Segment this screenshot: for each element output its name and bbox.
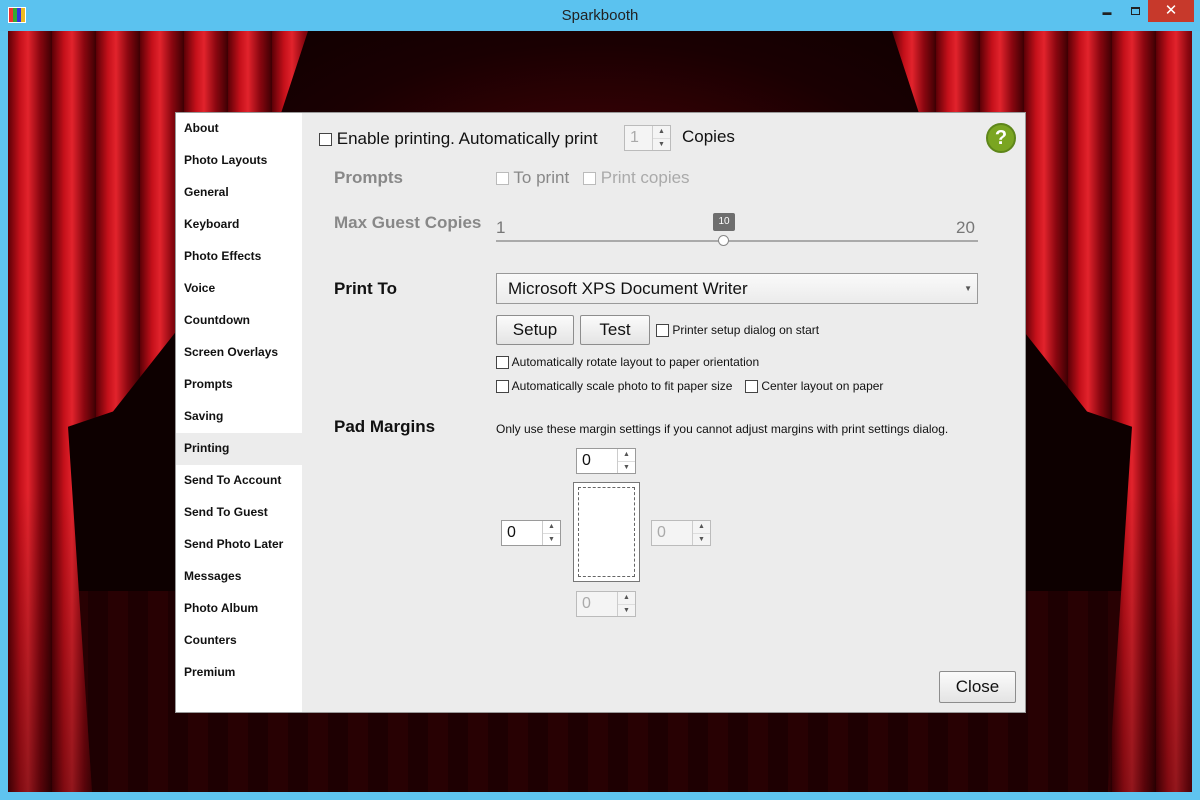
sidebar-item-screen-overlays[interactable]: Screen Overlays: [176, 337, 302, 369]
minimize-button[interactable]: ▬: [1093, 0, 1121, 22]
print-copies-checkbox[interactable]: [583, 172, 596, 186]
margin-right-up-icon[interactable]: ▲: [693, 521, 710, 533]
auto-rotate-row: Automatically rotate layout to paper ori…: [496, 355, 760, 370]
margin-outline: [578, 487, 635, 577]
chevron-down-icon: ▼: [964, 284, 972, 293]
paper-preview: [573, 482, 640, 582]
margin-left-value: 0: [507, 524, 516, 541]
margin-bottom-down-icon[interactable]: ▼: [618, 604, 635, 616]
sidebar-item-photo-album[interactable]: Photo Album: [176, 593, 302, 625]
margin-left-down-icon[interactable]: ▼: [543, 533, 560, 545]
sidebar-item-premium[interactable]: Premium: [176, 657, 302, 689]
max-guest-copies-slider[interactable]: 10: [496, 213, 978, 246]
center-layout-label: Center layout on paper: [761, 379, 884, 393]
sidebar-item-saving[interactable]: Saving: [176, 401, 302, 433]
settings-sidebar: About Photo Layouts General Keyboard Photo E…: [176, 113, 302, 712]
auto-scale-checkbox[interactable]: [496, 380, 509, 394]
minimize-icon: ▬: [1102, 7, 1112, 17]
slider-value-tooltip: 10: [713, 213, 735, 231]
settings-dialog: About Photo Layouts General Keyboard Photo E…: [175, 112, 1026, 713]
margin-left-stepper[interactable]: 0 ▲ ▼: [501, 520, 561, 546]
margin-top-stepper[interactable]: 0 ▲ ▼: [576, 448, 636, 474]
printer-setup-label: Printer setup dialog on start: [672, 323, 820, 337]
slider-max-label: 20: [956, 218, 975, 237]
sidebar-item-photo-effects[interactable]: Photo Effects: [176, 241, 302, 273]
max-guest-copies-label: Max Guest Copies: [334, 213, 482, 232]
auto-scale-row: Automatically scale photo to fit paper s…: [496, 379, 733, 394]
sidebar-item-keyboard[interactable]: Keyboard: [176, 209, 302, 241]
printer-setup-checkbox[interactable]: [656, 324, 669, 338]
enable-printing-checkbox[interactable]: [319, 133, 332, 147]
print-copies-label: Print copies: [600, 168, 690, 187]
pad-margins-note: Only use these margin settings if you ca…: [496, 422, 949, 436]
sidebar-item-countdown[interactable]: Countdown: [176, 305, 302, 337]
title-bar: Sparkbooth ▬ ✕: [0, 0, 1200, 31]
slider-min-label: 1: [496, 218, 506, 237]
sidebar-item-send-photo-later[interactable]: Send Photo Later: [176, 529, 302, 561]
printer-setup-row: Printer setup dialog on start: [656, 323, 820, 338]
copies-up-icon[interactable]: ▲: [653, 126, 670, 138]
enable-printing-row: Enable printing. Automatically print: [319, 129, 598, 149]
to-print-checkbox[interactable]: [496, 172, 509, 186]
copies-value: 1: [630, 129, 639, 146]
margin-top-up-icon[interactable]: ▲: [618, 449, 635, 461]
margin-bottom-stepper[interactable]: 0 ▲ ▼: [576, 591, 636, 617]
margin-top-down-icon[interactable]: ▼: [618, 461, 635, 473]
margin-right-down-icon[interactable]: ▼: [693, 533, 710, 545]
auto-rotate-checkbox[interactable]: [496, 356, 509, 370]
maximize-icon: [1130, 7, 1140, 15]
test-button[interactable]: Test: [580, 315, 650, 345]
print-copies-row: Print copies: [583, 168, 690, 188]
copies-down-icon[interactable]: ▼: [653, 138, 670, 150]
pad-margins-label: Pad Margins: [334, 417, 436, 436]
sidebar-item-counters[interactable]: Counters: [176, 625, 302, 657]
prompts-label: Prompts: [334, 168, 403, 187]
close-icon: ✕: [1164, 2, 1178, 19]
margin-bottom-up-icon[interactable]: ▲: [618, 592, 635, 604]
margin-right-stepper[interactable]: 0 ▲ ▼: [651, 520, 711, 546]
slider-handle[interactable]: [718, 235, 729, 246]
sidebar-item-printing[interactable]: Printing: [176, 433, 302, 465]
sidebar-item-send-to-guest[interactable]: Send To Guest: [176, 497, 302, 529]
margin-top-value: 0: [582, 452, 591, 469]
setup-button[interactable]: Setup: [496, 315, 574, 345]
window-title: Sparkbooth: [561, 7, 639, 24]
copies-stepper[interactable]: 1 ▲ ▼: [624, 125, 671, 151]
sidebar-item-prompts[interactable]: Prompts: [176, 369, 302, 401]
maximize-button[interactable]: [1121, 0, 1149, 22]
center-layout-checkbox[interactable]: [745, 380, 758, 394]
sidebar-item-send-to-account[interactable]: Send To Account: [176, 465, 302, 497]
center-layout-row: Center layout on paper: [745, 379, 884, 394]
printer-selected-value: Microsoft XPS Document Writer: [508, 279, 748, 298]
auto-rotate-label: Automatically rotate layout to paper ori…: [511, 355, 760, 369]
sidebar-item-voice[interactable]: Voice: [176, 273, 302, 305]
sidebar-item-about[interactable]: About: [176, 113, 302, 145]
to-print-label: To print: [513, 168, 570, 187]
sidebar-item-messages[interactable]: Messages: [176, 561, 302, 593]
to-print-row: To print: [496, 168, 569, 188]
auto-scale-label: Automatically scale photo to fit paper s…: [511, 379, 733, 393]
margin-bottom-value: 0: [582, 595, 591, 612]
help-icon[interactable]: ?: [986, 123, 1016, 153]
sidebar-item-general[interactable]: General: [176, 177, 302, 209]
printer-select[interactable]: Microsoft XPS Document Writer ▼: [496, 273, 978, 304]
print-to-label: Print To: [334, 279, 397, 298]
margin-left-up-icon[interactable]: ▲: [543, 521, 560, 533]
copies-label: Copies: [682, 127, 735, 146]
close-window-button[interactable]: ✕: [1148, 0, 1194, 22]
sidebar-item-photo-layouts[interactable]: Photo Layouts: [176, 145, 302, 177]
margin-right-value: 0: [657, 524, 666, 541]
enable-printing-label: Enable printing. Automatically print: [336, 129, 598, 148]
close-button[interactable]: Close: [939, 671, 1016, 703]
